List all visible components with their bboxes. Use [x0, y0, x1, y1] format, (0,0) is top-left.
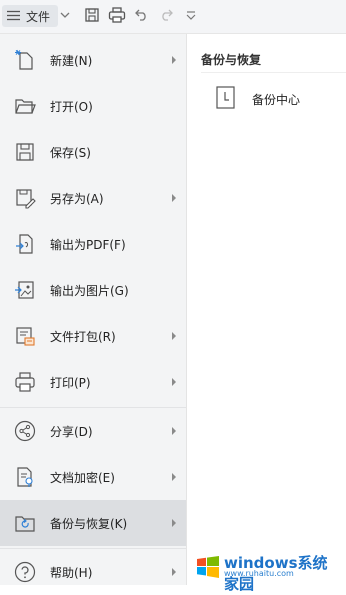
menu-item-label: 打开(O): [50, 100, 93, 114]
submenu-arrow-icon: [172, 519, 176, 527]
chevron-down-icon[interactable]: [60, 10, 76, 26]
backup-restore-submenu: 备份与恢复 备份中心: [187, 34, 346, 585]
submenu-arrow-icon: [172, 194, 176, 202]
menu-item-label: 文档加密(E): [50, 471, 115, 485]
new-file-icon: [14, 49, 36, 71]
menu-item-package[interactable]: 文件打包(R): [0, 313, 186, 359]
submenu-arrow-icon: [172, 427, 176, 435]
save-icon: [14, 141, 36, 163]
watermark: windows系统家园 www.ruhaitu.com: [196, 553, 342, 593]
undo-icon[interactable]: [135, 7, 151, 23]
submenu-arrow-icon: [172, 332, 176, 340]
menu-item-label: 新建(N): [50, 54, 93, 68]
save-as-icon: [14, 187, 36, 209]
submenu-divider: [201, 72, 346, 73]
quick-access-toolbar: 文件: [0, 0, 346, 34]
submenu-arrow-icon: [172, 56, 176, 64]
file-menu: 新建(N) 打开(O) 保存(S) 另存为(A) 输出为PDF(F) 输出为图片…: [0, 34, 187, 585]
menu-item-encrypt[interactable]: 文档加密(E): [0, 454, 186, 500]
menu-item-label: 备份与恢复(K): [50, 517, 128, 531]
menu-item-save[interactable]: 保存(S): [0, 129, 186, 175]
submenu-arrow-icon: [172, 473, 176, 481]
menu-item-export-image[interactable]: 输出为图片(G): [0, 267, 186, 313]
file-menu-button[interactable]: 文件: [2, 5, 58, 27]
image-export-icon: [14, 279, 36, 301]
submenu-title: 备份与恢复: [201, 53, 262, 67]
submenu-arrow-icon: [172, 568, 176, 576]
menu-item-label: 输出为PDF(F): [50, 238, 126, 252]
menu-item-label: 保存(S): [50, 146, 91, 160]
share-icon: [14, 420, 36, 442]
menu-item-backup-restore[interactable]: 备份与恢复(K): [0, 500, 186, 546]
help-icon: [14, 561, 36, 583]
menu-item-label: 分享(D): [50, 425, 93, 439]
save-icon[interactable]: [84, 7, 100, 23]
submenu-arrow-icon: [172, 378, 176, 386]
customize-icon[interactable]: [185, 10, 201, 26]
file-menu-label: 文件: [26, 10, 51, 24]
menu-item-label: 另存为(A): [50, 192, 104, 206]
watermark-site: www.ruhaitu.com: [224, 569, 294, 578]
menu-item-new[interactable]: 新建(N): [0, 37, 186, 83]
submenu-item-label: 备份中心: [252, 93, 301, 107]
menu-item-open[interactable]: 打开(O): [0, 83, 186, 129]
menu-item-help[interactable]: 帮助(H): [0, 549, 186, 595]
submenu-item-backup-center[interactable]: 备份中心: [201, 83, 331, 113]
print-icon: [14, 371, 36, 393]
backup-center-icon: [216, 86, 236, 110]
menu-item-export-pdf[interactable]: 输出为PDF(F): [0, 221, 186, 267]
print-icon[interactable]: [108, 7, 126, 23]
redo-icon[interactable]: [159, 7, 175, 23]
windows-logo-icon: [196, 555, 220, 579]
menu-item-label: 打印(P): [50, 376, 91, 390]
menu-item-label: 文件打包(R): [50, 330, 116, 344]
menu-item-label: 输出为图片(G): [50, 284, 129, 298]
menu-icon: [7, 10, 20, 21]
backup-icon: [14, 512, 36, 534]
package-icon: [14, 325, 36, 347]
menu-item-share[interactable]: 分享(D): [0, 408, 186, 454]
encrypt-icon: [14, 466, 36, 488]
pdf-export-icon: [14, 233, 36, 255]
menu-item-label: 帮助(H): [50, 566, 93, 580]
menu-item-save-as[interactable]: 另存为(A): [0, 175, 186, 221]
folder-open-icon: [14, 95, 36, 117]
menu-item-print[interactable]: 打印(P): [0, 359, 186, 405]
